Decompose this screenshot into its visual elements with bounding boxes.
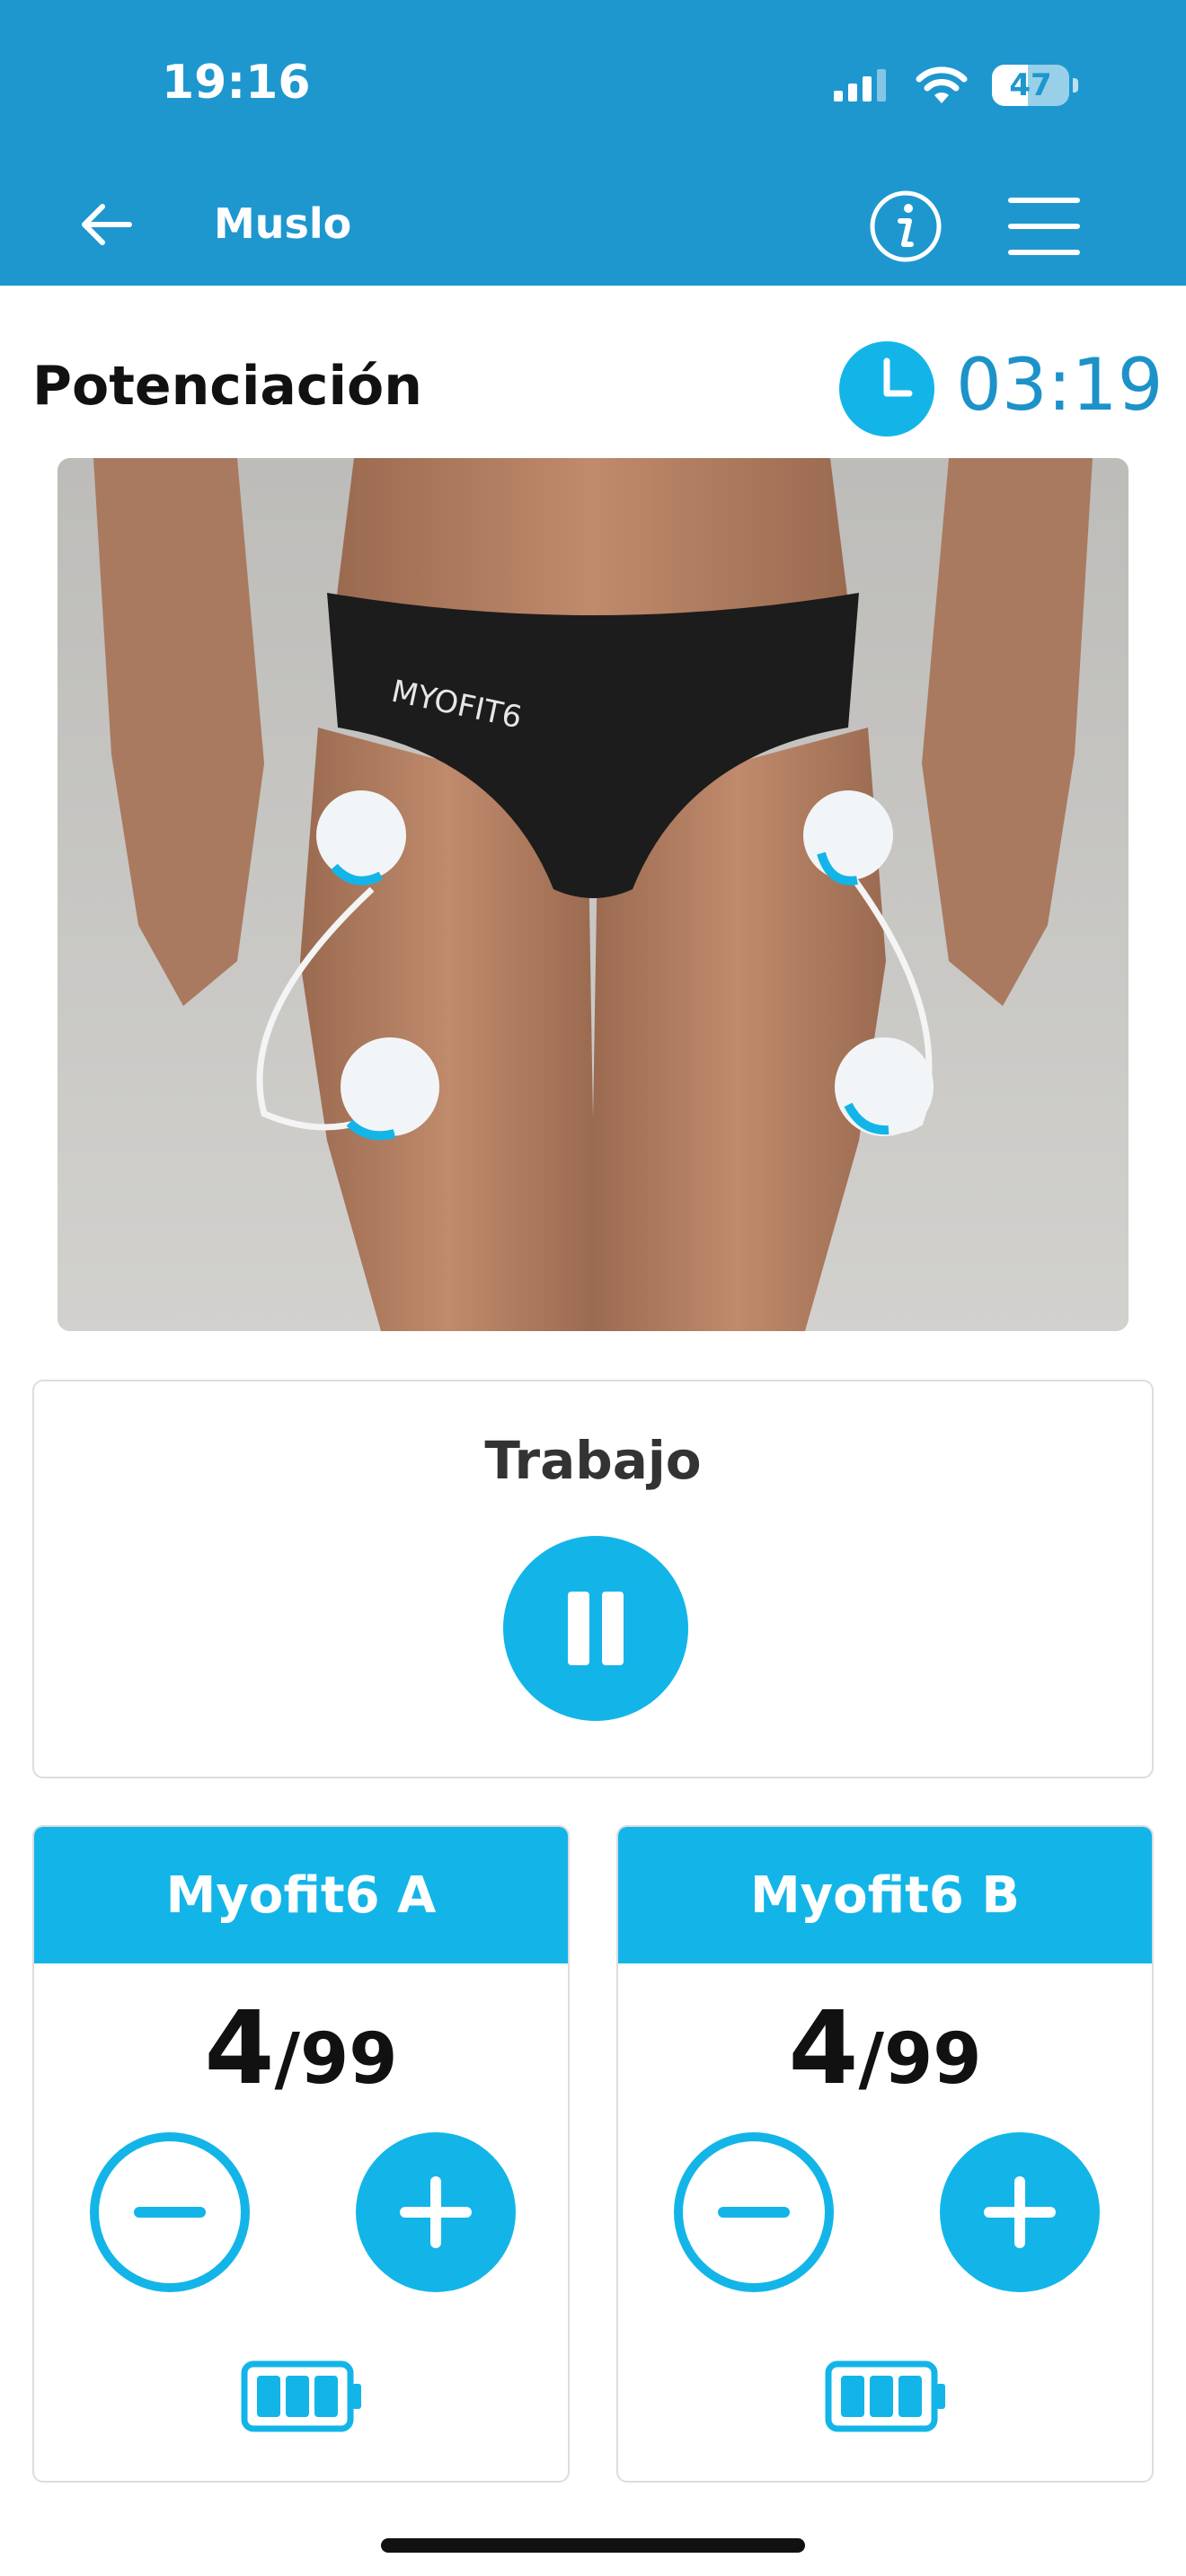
back-arrow-icon[interactable] [74, 192, 138, 257]
page-title: Muslo [214, 199, 352, 248]
device-card-b: Myofit6 B 4/99 [616, 1825, 1154, 2483]
status-time: 19:16 [162, 56, 311, 110]
program-title: Potenciación [32, 355, 422, 418]
cellular-signal-icon [834, 69, 886, 101]
device-battery-icon [241, 2360, 361, 2432]
battery-level-text: 47 [1009, 67, 1052, 103]
increase-intensity-button[interactable] [356, 2132, 516, 2292]
intensity-separator: / [858, 2019, 884, 2100]
pause-icon-bar-right [602, 1592, 624, 1665]
increase-intensity-button[interactable] [940, 2132, 1100, 2292]
device-card-a: Myofit6 A 4/99 [32, 1825, 570, 2483]
intensity-value: 4 [204, 1990, 275, 2107]
intensity-max: 99 [883, 2019, 982, 2100]
wifi-icon [916, 66, 968, 103]
plus-icon [400, 2176, 472, 2248]
plus-icon [984, 2176, 1056, 2248]
pause-button[interactable] [503, 1536, 688, 1721]
session-timer: 03:19 [956, 343, 1164, 427]
battery-icon: 47 [992, 65, 1069, 106]
status-bar: 19:16 47 [0, 0, 1186, 162]
session-control-card: Trabajo [32, 1380, 1154, 1778]
menu-icon[interactable] [1005, 194, 1084, 259]
home-indicator[interactable] [381, 2538, 805, 2553]
status-icons: 47 [832, 63, 1078, 108]
device-name: Myofit6 B [618, 1827, 1152, 1963]
intensity-separator: / [274, 2019, 300, 2100]
decrease-intensity-button[interactable] [90, 2132, 250, 2292]
intensity-display: 4/99 [618, 1990, 1152, 2107]
intensity-value: 4 [788, 1990, 859, 2107]
decrease-intensity-button[interactable] [674, 2132, 834, 2292]
intensity-max: 99 [299, 2019, 398, 2100]
info-icon[interactable] [868, 189, 943, 264]
device-battery-icon [825, 2360, 945, 2432]
phase-label: Trabajo [484, 1430, 702, 1491]
minus-icon [134, 2207, 206, 2218]
device-name: Myofit6 A [34, 1827, 568, 1963]
battery-nub [1073, 78, 1078, 93]
pause-icon-bar-left [568, 1592, 589, 1665]
clock-icon [839, 341, 934, 437]
electrode-placement-image: MYOFIT6 [58, 458, 1128, 1331]
minus-icon [718, 2207, 790, 2218]
app-header: Muslo [0, 162, 1186, 286]
intensity-display: 4/99 [34, 1990, 568, 2107]
